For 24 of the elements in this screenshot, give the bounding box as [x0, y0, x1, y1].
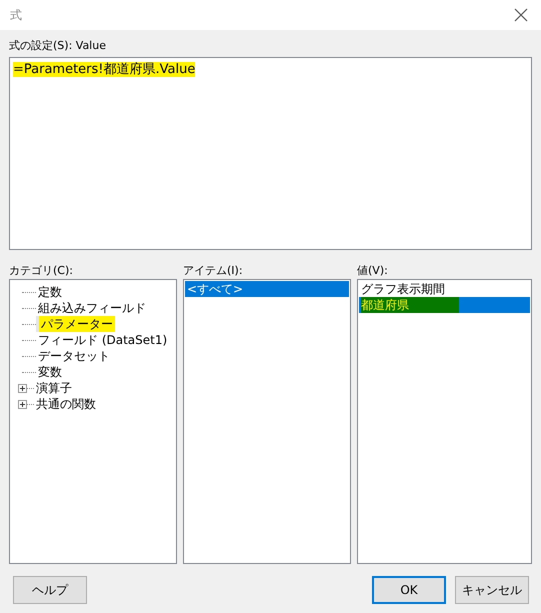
tree-item[interactable]: 演算子 — [34, 380, 74, 396]
category-label: カテゴリ(C): — [9, 264, 74, 278]
list-item[interactable]: 都道府県 — [359, 297, 530, 313]
tree-item[interactable]: パラメーター — [36, 316, 115, 332]
tree-item[interactable]: 組み込みフィールド — [36, 300, 148, 316]
tree-item[interactable]: フィールド (DataSet1) — [36, 332, 170, 348]
close-icon — [514, 8, 528, 22]
values-label: 値(V): — [357, 264, 389, 278]
expression-field[interactable]: =Parameters!都道府県.Value — [9, 57, 532, 250]
expression-label: 式の設定(S): Value — [9, 39, 106, 53]
tree-item[interactable]: 共通の関数 — [34, 396, 98, 412]
expand-icon[interactable] — [18, 384, 27, 392]
tree-item[interactable]: 定数 — [36, 284, 64, 300]
expression-text: =Parameters!都道府県.Value — [13, 62, 196, 77]
window-title: 式 — [10, 7, 22, 24]
expand-icon[interactable] — [18, 400, 27, 408]
help-button[interactable]: ヘルプ — [13, 576, 87, 604]
ok-button[interactable]: OK — [372, 576, 446, 604]
cancel-button[interactable]: キャンセル — [455, 576, 529, 604]
items-label: アイテム(I): — [183, 264, 244, 278]
list-item[interactable]: <すべて> — [185, 281, 349, 297]
list-item[interactable]: グラフ表示期間 — [359, 281, 530, 297]
tree-item[interactable]: 変数 — [36, 364, 64, 380]
tree-item[interactable]: データセット — [36, 348, 112, 364]
